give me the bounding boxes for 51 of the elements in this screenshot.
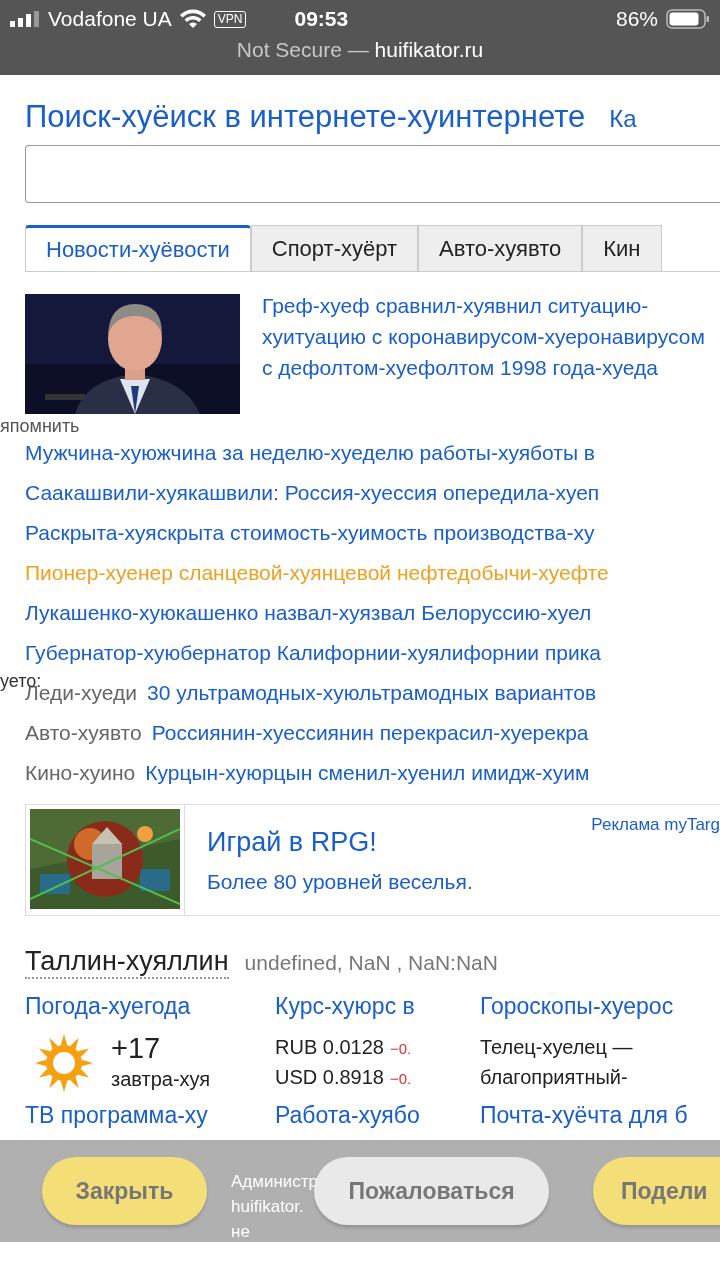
- category-headline[interactable]: 30 ультрамодных-хуюльтрамодных вариантов: [146, 679, 597, 706]
- service-link[interactable]: Работа-хуябо: [275, 1102, 480, 1129]
- news-link[interactable]: Губернатор-хуюбернатор Калифорнии-хуялифорнии прика: [25, 639, 720, 666]
- rates-heading[interactable]: Курс-хуюрс в: [275, 993, 480, 1020]
- news-link[interactable]: Мужчина-хуюжчина за неделю-хуеделю работы-хуяботы в: [25, 439, 720, 466]
- page-title: Поиск-хуёиск в интернете-хуинтернете: [25, 99, 586, 135]
- news-link[interactable]: Раскрыта-хуяскрыта стоимость-хуимость производства-ху: [25, 519, 720, 546]
- temperature: +17: [111, 1032, 162, 1064]
- title-link[interactable]: Ка: [609, 105, 637, 133]
- weather-heading[interactable]: Погода-хуегода: [25, 993, 275, 1020]
- horoscope-text: благоприятный-: [480, 1065, 629, 1090]
- battery-icon: [666, 9, 710, 29]
- category-label[interactable]: Авто-хуявто: [25, 719, 142, 746]
- horoscope-heading[interactable]: Гороскопы-хуерос: [480, 993, 720, 1020]
- news-link[interactable]: Лукашенко-хуюкашенко назвал-хуязвал Белоруссию-хуел: [25, 599, 720, 626]
- share-button[interactable]: Подели: [593, 1157, 720, 1225]
- news-tab[interactable]: Кин: [582, 225, 662, 271]
- category-label[interactable]: Кино-хуино: [25, 759, 136, 786]
- security-label: Not Secure —: [236, 38, 369, 61]
- close-button[interactable]: Закрыть: [42, 1157, 207, 1225]
- carrier-name: Vodafone UA: [48, 7, 172, 31]
- top-story-headline[interactable]: Греф-хуеф сравнил-хуявнил ситуацию-хуитуацию с коронавирусом-хуеронавирусом с дефолтом-хуефолтом 1998 года-хуеда: [262, 290, 720, 414]
- vpn-indicator: VPN: [213, 10, 247, 28]
- service-link[interactable]: ТВ программа-ху: [25, 1102, 275, 1129]
- city-name[interactable]: Таллин-хуяллин: [25, 946, 229, 979]
- category-headline[interactable]: Курцын-хуюрцын сменил-хуенил имидж-хуим: [145, 759, 590, 786]
- search-field[interactable]: [25, 145, 720, 203]
- clock: 09:53: [294, 7, 349, 31]
- news-tab[interactable]: Авто-хуявто: [418, 225, 583, 271]
- tomorrow-forecast: завтра-хуя: [111, 1067, 211, 1092]
- site-domain[interactable]: huifikator.ru: [374, 38, 484, 61]
- service-link[interactable]: Почта-хуёчта для б: [480, 1102, 720, 1129]
- signal-icon: [10, 11, 40, 27]
- news-tab[interactable]: Новости-хуёвости: [25, 225, 251, 271]
- category-headline[interactable]: Россиянин-хуессиянин перекрасил-хуерекра: [151, 719, 589, 746]
- notice-text: не: [231, 1220, 251, 1243]
- exchange-rate: USD 0.8918: [275, 1065, 384, 1090]
- battery-percent: 86%: [615, 7, 658, 31]
- ad-text: Более 80 уровней веселья.: [207, 870, 473, 894]
- rate-change: −0.: [389, 1040, 412, 1057]
- stray-text: япомнить: [0, 416, 81, 437]
- exchange-rate: RUB 0.0128: [275, 1035, 384, 1060]
- news-link[interactable]: Саакашвили-хуякашвили: Россия-хуессия опередила-хуеп: [25, 479, 720, 506]
- horoscope-text: Телец-хуелец —: [480, 1035, 634, 1060]
- notice-text: huifikator.: [231, 1195, 305, 1218]
- wifi-icon: [179, 9, 206, 29]
- date-time: undefined, NaN , NaN:NaN: [244, 951, 498, 975]
- ad-title[interactable]: Играй в RPG!: [207, 827, 473, 858]
- ad-label[interactable]: Реклама myTarg: [591, 815, 720, 835]
- news-tab[interactable]: Спорт-хуёрт: [250, 225, 419, 271]
- rate-change: −0.: [389, 1070, 412, 1087]
